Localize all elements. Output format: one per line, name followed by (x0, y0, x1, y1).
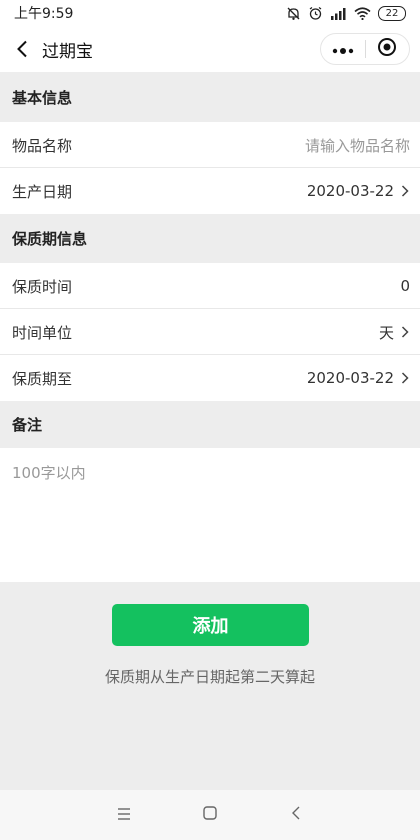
wifi-icon (354, 6, 371, 20)
add-button[interactable]: 添加 (112, 604, 309, 646)
item-name-label: 物品名称 (12, 136, 73, 155)
shelf-time-row[interactable]: 保质时间 0 (0, 263, 420, 309)
mute-icon (286, 6, 301, 21)
section-header-shelf-life: 保质期信息 (0, 214, 420, 263)
expiry-date-row[interactable]: 保质期至 2020-03-22 (0, 355, 420, 401)
time-unit-row[interactable]: 时间单位 天 (0, 309, 420, 355)
production-date-label: 生产日期 (12, 182, 73, 201)
page-title: 过期宝 (42, 41, 93, 62)
expiry-date-value: 2020-03-22 (306, 369, 394, 387)
nav-bar: 过期宝 (0, 26, 420, 72)
time-unit-value: 天 (378, 323, 394, 342)
menu-icon (116, 806, 132, 825)
item-name-input[interactable]: 请输入物品名称 (305, 135, 410, 156)
home-button[interactable] (167, 790, 253, 840)
shelf-time-label: 保质时间 (12, 277, 73, 296)
signal-icon (330, 7, 347, 20)
system-nav-bar (0, 790, 420, 840)
battery-icon: 22 (378, 5, 406, 21)
chevron-right-icon (400, 184, 410, 198)
hint-text: 保质期从生产日期起第二天算起 (104, 668, 315, 686)
back-nav-icon (291, 805, 301, 825)
time-unit-picker[interactable]: 天 (379, 322, 410, 343)
close-button[interactable] (366, 34, 410, 64)
alarm-icon (308, 6, 323, 21)
menu-capsule (320, 33, 410, 65)
remark-placeholder: 100字以内 (12, 464, 86, 482)
more-button[interactable] (321, 34, 365, 64)
home-icon (202, 805, 218, 825)
system-back-button[interactable] (253, 790, 339, 840)
chevron-right-icon (400, 325, 410, 339)
section-header-basic: 基本信息 (0, 72, 420, 122)
production-date-row[interactable]: 生产日期 2020-03-22 (0, 168, 420, 214)
production-date-picker[interactable]: 2020-03-22 (307, 182, 410, 200)
more-icon (332, 40, 354, 59)
menu-button[interactable] (81, 790, 167, 840)
shelf-time-input[interactable]: 0 (400, 277, 410, 295)
remark-textarea[interactable]: 100字以内 (0, 448, 420, 582)
section-header-remark: 备注 (0, 401, 420, 448)
status-time: 上午9:59 (14, 6, 74, 22)
time-unit-label: 时间单位 (12, 323, 73, 342)
production-date-value: 2020-03-22 (306, 182, 394, 200)
chevron-right-icon (400, 371, 410, 385)
close-target-icon (377, 37, 397, 61)
status-bar: 上午9:59 22 (0, 0, 420, 26)
expiry-date-picker[interactable]: 2020-03-22 (307, 369, 410, 387)
back-arrow-icon[interactable] (2, 26, 42, 72)
item-name-row[interactable]: 物品名称 请输入物品名称 (0, 122, 420, 168)
expiry-date-label: 保质期至 (12, 369, 73, 388)
status-icons: 22 (286, 5, 406, 21)
